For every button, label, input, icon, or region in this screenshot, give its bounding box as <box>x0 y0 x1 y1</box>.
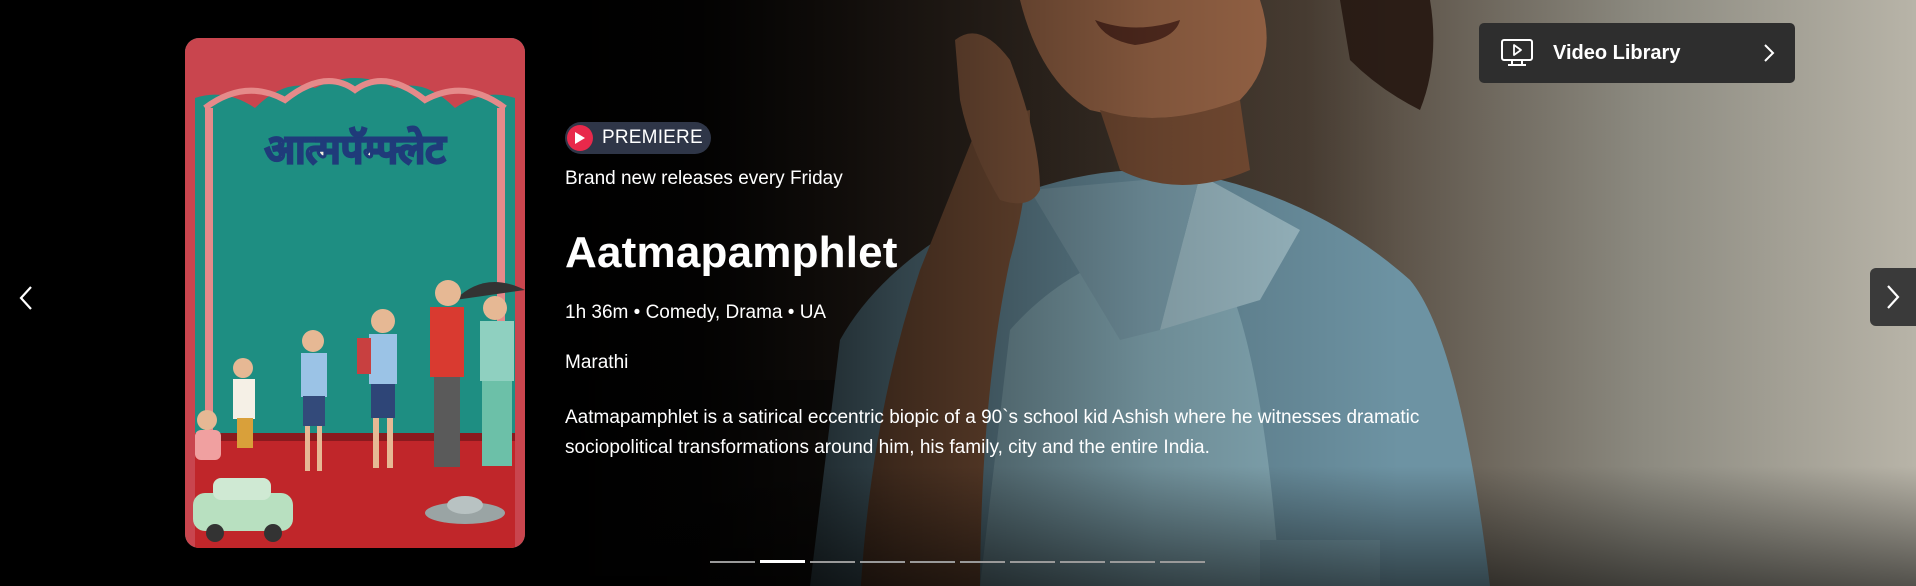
next-slide-button[interactable] <box>1870 268 1916 326</box>
carousel-indicator[interactable] <box>910 561 955 563</box>
hero-banner: आत्मपॅम्फ्लेट PREMIERE Brand new release… <box>0 0 1916 586</box>
premiere-badge: PREMIERE <box>565 122 711 154</box>
carousel-indicator[interactable] <box>1160 561 1205 563</box>
poster-artwork: आत्मपॅम्फ्लेट <box>185 38 525 548</box>
movie-info: PREMIERE Brand new releases every Friday… <box>565 122 1425 463</box>
video-library-label: Video Library <box>1553 41 1681 64</box>
chevron-left-icon <box>19 286 32 310</box>
carousel-indicator[interactable] <box>860 561 905 563</box>
carousel-indicator[interactable] <box>810 561 855 563</box>
play-icon <box>567 125 593 151</box>
previous-slide-button[interactable] <box>8 270 44 326</box>
carousel-indicator[interactable] <box>1110 561 1155 563</box>
carousel-indicator[interactable] <box>960 561 1005 563</box>
premiere-label: PREMIERE <box>602 127 703 148</box>
movie-poster[interactable]: आत्मपॅम्फ्लेट <box>185 38 525 548</box>
movie-meta: 1h 36m • Comedy, Drama • UA <box>565 302 827 323</box>
video-library-button[interactable]: Video Library <box>1479 23 1795 83</box>
movie-language: Marathi <box>565 352 629 373</box>
movie-title: Aatmapamphlet <box>565 228 898 277</box>
monitor-play-icon <box>1499 37 1535 69</box>
carousel-indicator[interactable] <box>1060 561 1105 563</box>
carousel-indicator[interactable] <box>710 561 755 563</box>
chevron-right-icon <box>1887 285 1900 309</box>
carousel-indicator[interactable] <box>1010 561 1055 563</box>
carousel-pagination <box>710 560 1205 563</box>
chevron-right-icon <box>1761 43 1777 63</box>
tagline: Brand new releases every Friday <box>565 168 843 189</box>
movie-description: Aatmapamphlet is a satirical eccentric b… <box>565 407 1420 458</box>
poster-title: आत्मपॅम्फ्लेट <box>265 126 448 173</box>
carousel-indicator[interactable] <box>760 560 805 563</box>
